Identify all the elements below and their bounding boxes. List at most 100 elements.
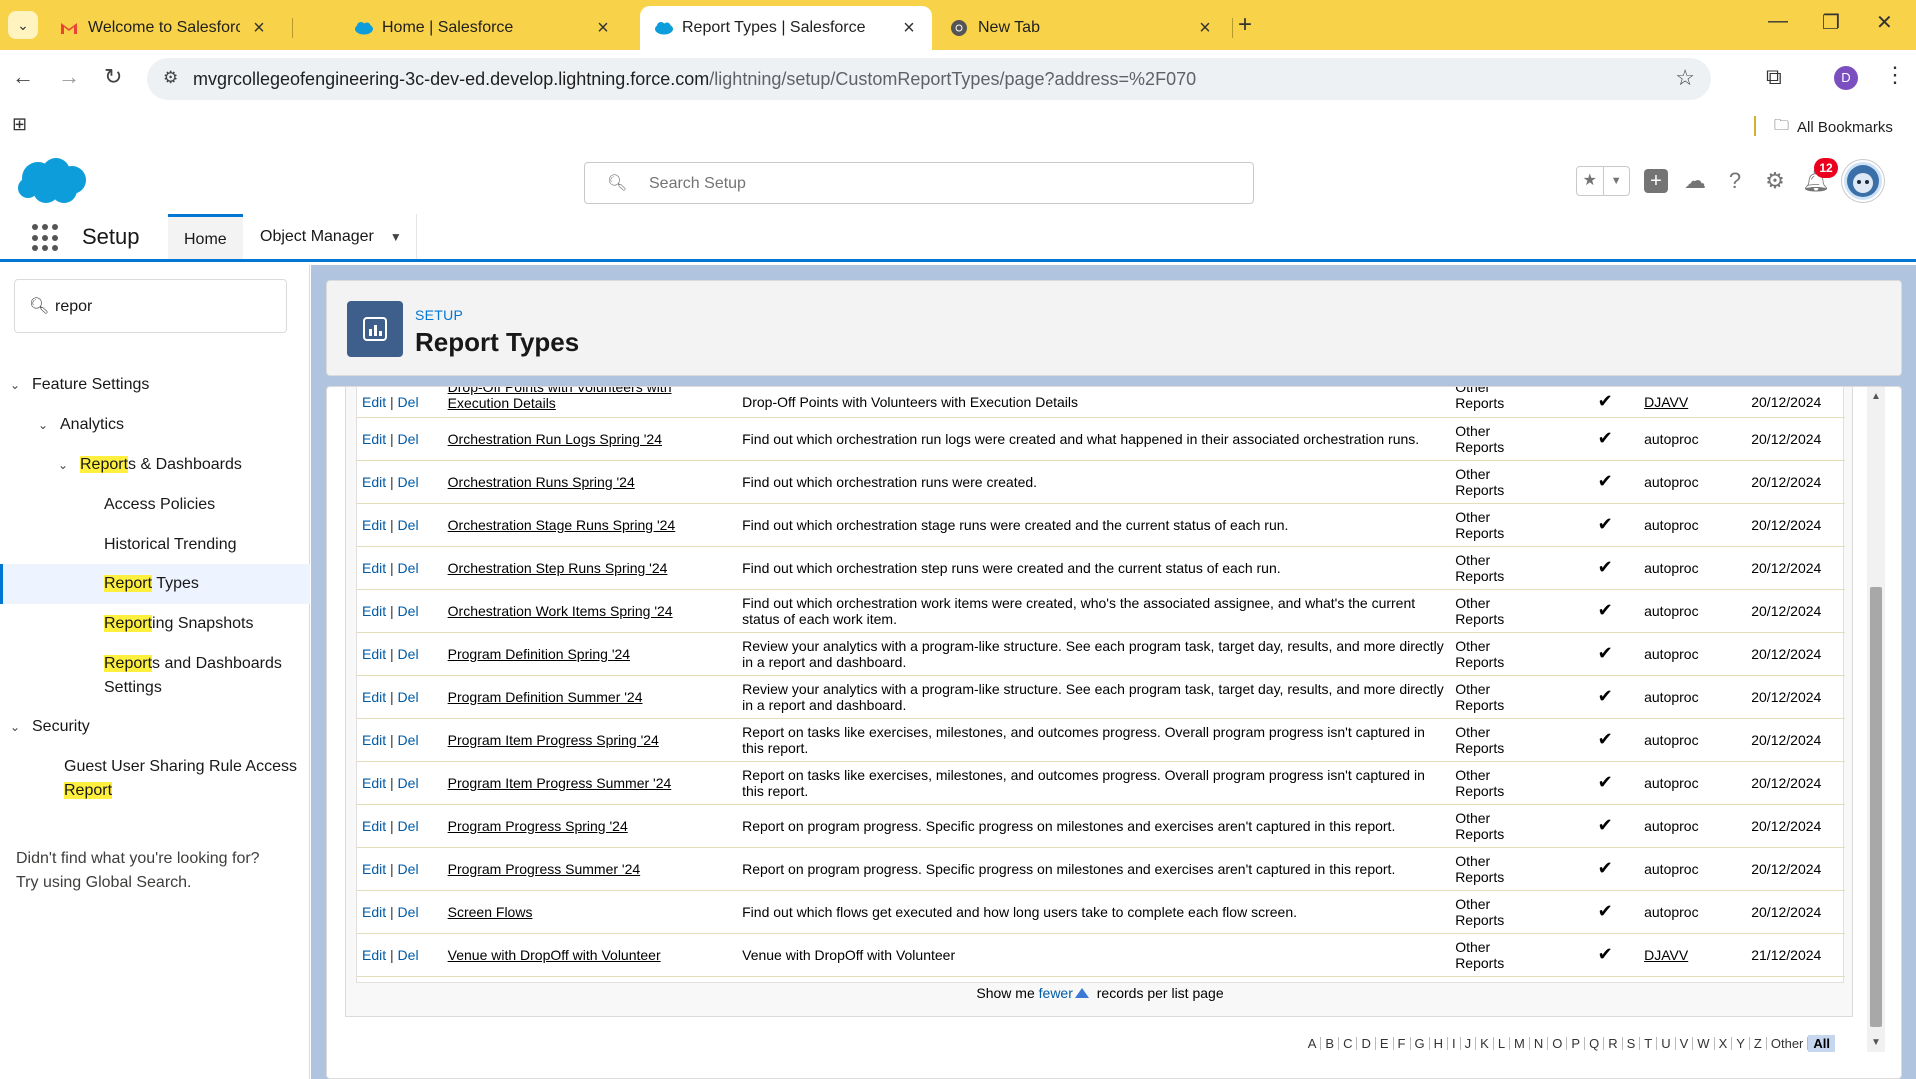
tree-item-guest-user-sharing[interactable]: Guest User Sharing Rule Access Report [64,755,297,803]
alphabet-letter-a[interactable]: A [1304,1037,1322,1050]
browser-tab-gmail[interactable]: Welcome to Salesforce: Verify y × [46,6,282,50]
show-fewer-link[interactable]: fewer [1039,985,1073,1001]
salesforce-logo-icon[interactable] [16,156,90,209]
close-icon[interactable]: × [594,17,612,40]
alphabet-letter-z[interactable]: Z [1750,1037,1767,1050]
alphabet-letter-k[interactable]: K [1476,1037,1494,1050]
report-type-link[interactable]: Program Definition Spring '24 [448,646,630,662]
delete-link[interactable]: Del [398,947,419,963]
alphabet-letter-y[interactable]: Y [1732,1037,1750,1050]
tab-home[interactable]: Home [168,214,243,259]
chevron-down-icon[interactable]: ⌄ [10,715,32,739]
report-type-link[interactable]: Drop-Off Points with Volunteers with Exe… [448,387,732,411]
delete-link[interactable]: Del [398,904,419,920]
alphabet-letter-v[interactable]: V [1676,1037,1694,1050]
report-type-link[interactable]: Orchestration Run Logs Spring '24 [448,431,662,447]
tree-item-reports-dashboards-settings[interactable]: Reports and Dashboards Settings [104,652,282,700]
alphabet-letter-s[interactable]: S [1623,1037,1641,1050]
report-type-link[interactable]: Orchestration Stage Runs Spring '24 [448,517,676,533]
notifications-bell-icon[interactable]: 🔔︎ 12 [1802,158,1838,194]
delete-link[interactable]: Del [398,689,419,705]
vertical-scrollbar[interactable]: ▲ ▼ [1867,387,1885,1052]
alphabet-letter-b[interactable]: B [1321,1037,1340,1050]
restore-icon[interactable]: ❐ [1822,10,1840,35]
tree-item-security[interactable]: ⌄ Security [10,715,90,739]
created-by-link[interactable]: DJAVV [1644,394,1688,410]
delete-link[interactable]: Del [398,646,419,662]
all-bookmarks-button[interactable]: 🗀 All Bookmarks [1774,115,1893,140]
report-type-link[interactable]: Orchestration Step Runs Spring '24 [448,560,668,576]
alphabet-letter-x[interactable]: X [1715,1037,1733,1050]
alphabet-letter-m[interactable]: M [1510,1037,1530,1050]
help-question-icon[interactable]: ? [1722,168,1748,194]
address-bar[interactable]: ⚙ mvgrcollegeofengineering-3c-dev-ed.dev… [147,58,1711,100]
bookmark-star-icon[interactable]: ☆ [1675,65,1695,91]
tab-search-button[interactable]: ⌄ [8,11,38,39]
edit-link[interactable]: Edit [362,689,386,705]
alphabet-letter-n[interactable]: N [1530,1037,1549,1050]
delete-link[interactable]: Del [398,474,419,490]
apps-grid-icon[interactable]: ⊞ [12,114,27,135]
edit-link[interactable]: Edit [362,904,386,920]
browser-menu-icon[interactable]: ⋮ [1884,62,1906,88]
alphabet-letter-p[interactable]: P [1567,1037,1586,1050]
scroll-up-arrow-icon[interactable]: ▲ [1871,391,1881,402]
alphabet-letter-g[interactable]: G [1411,1037,1430,1050]
tab-object-manager[interactable]: Object Manager ▼ [246,214,417,259]
window-close-icon[interactable]: ✕ [1876,10,1893,35]
alphabet-letter-l[interactable]: L [1494,1037,1511,1050]
report-type-link[interactable]: Venue with DropOff with Volunteer [448,947,661,963]
edit-link[interactable]: Edit [362,517,386,533]
edit-link[interactable]: Edit [362,861,386,877]
alphabet-letter-w[interactable]: W [1693,1037,1715,1050]
alphabet-letter-r[interactable]: R [1604,1037,1623,1050]
delete-link[interactable]: Del [398,603,419,619]
global-actions-add-icon[interactable]: + [1644,169,1668,193]
delete-link[interactable]: Del [398,394,419,410]
tree-item-historical-trending[interactable]: Historical Trending [104,533,237,557]
alphabet-letter-t[interactable]: T [1640,1037,1658,1050]
quick-find-input[interactable]: 🔍︎ repor [14,279,287,333]
delete-link[interactable]: Del [398,775,419,791]
edit-link[interactable]: Edit [362,603,386,619]
report-type-link[interactable]: Program Progress Spring '24 [448,818,628,834]
edit-link[interactable]: Edit [362,818,386,834]
site-info-icon[interactable]: ⚙ [163,68,178,88]
tree-item-report-types[interactable]: Report Types [104,572,199,596]
created-by-link[interactable]: DJAVV [1644,947,1688,963]
user-avatar[interactable] [1842,160,1884,202]
forward-arrow-icon[interactable]: → [58,64,80,90]
delete-link[interactable]: Del [398,517,419,533]
edit-link[interactable]: Edit [362,560,386,576]
report-type-link[interactable]: Program Definition Summer '24 [448,689,643,705]
favorite-star-icon[interactable]: ★ [1577,167,1603,195]
favorites-dropdown-icon[interactable]: ▼ [1602,167,1630,195]
report-type-link[interactable]: Program Item Progress Spring '24 [448,732,659,748]
alphabet-letter-f[interactable]: F [1394,1037,1411,1050]
alphabet-letter-all[interactable]: All [1808,1035,1835,1052]
alphabet-letter-q[interactable]: Q [1585,1037,1605,1050]
reload-icon[interactable]: ↻ [104,64,122,90]
alphabet-letter-d[interactable]: D [1357,1037,1376,1050]
tree-item-access-policies[interactable]: Access Policies [104,493,215,517]
chevron-down-icon[interactable]: ⌄ [38,413,60,437]
scroll-down-arrow-icon[interactable]: ▼ [1871,1037,1881,1048]
close-icon[interactable]: × [1196,17,1214,40]
chevron-down-icon[interactable]: ⌄ [10,373,32,397]
tree-item-reports-dashboards[interactable]: ⌄ Reports & Dashboards [58,453,242,477]
report-type-link[interactable]: Orchestration Runs Spring '24 [448,474,635,490]
edit-link[interactable]: Edit [362,431,386,447]
report-type-link[interactable]: Program Item Progress Summer '24 [448,775,672,791]
edit-link[interactable]: Edit [362,775,386,791]
browser-tab-new-tab[interactable]: New Tab × [936,6,1228,50]
setup-gear-icon[interactable]: ⚙ [1762,168,1788,194]
delete-link[interactable]: Del [398,861,419,877]
browser-tab-report-types[interactable]: Report Types | Salesforce × [640,6,932,50]
trailhead-icon[interactable]: ☁ [1682,168,1708,194]
edit-link[interactable]: Edit [362,474,386,490]
tree-item-feature-settings[interactable]: ⌄ Feature Settings [10,373,149,397]
chevron-down-icon[interactable]: ▼ [390,214,402,260]
new-tab-plus-icon[interactable]: + [1238,11,1252,39]
back-arrow-icon[interactable]: ← [12,64,34,90]
alphabet-letter-e[interactable]: E [1376,1037,1394,1050]
